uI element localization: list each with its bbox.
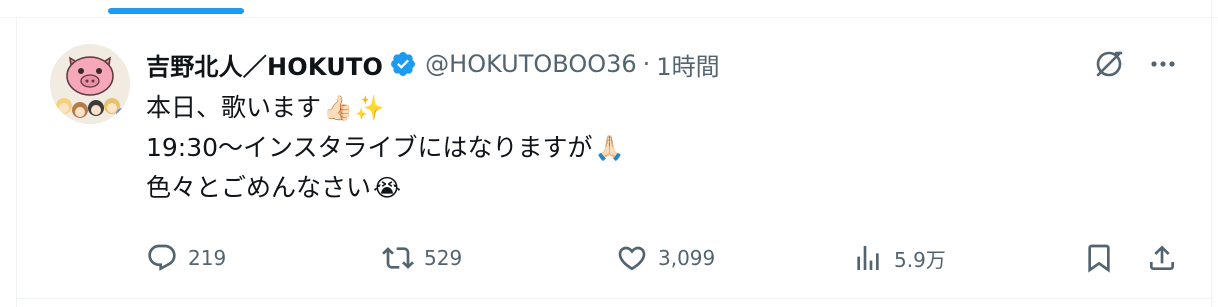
tweet-line-text: 19:30〜インスタライブにはなりますが [146,133,593,162]
tweet-line: 19:30〜インスタライブにはなりますが 🙏🏻 [146,128,624,168]
share-icon [1150,245,1174,270]
tweet-line: 色々とごめんなさい 😭 [146,168,624,208]
repost-icon [382,247,414,269]
tweet-line: 本日、歌います 👍🏻 ✨ [146,88,624,128]
like-count: 3,099 [658,246,716,270]
tweet-page: 吉野北人／HOKUTO @HOKUTOBOO36 · 1時間 本日、歌います 👍… [0,0,1218,307]
crying-face-emoji-icon: 😭 [373,174,402,202]
pig-avatar-illustration [50,44,130,124]
tweet-text: 本日、歌います 👍🏻 ✨ 19:30〜インスタライブにはなりますが 🙏🏻 色々と… [146,88,624,208]
views-chart-icon [857,246,879,270]
bottom-divider [16,298,1212,299]
folded-hands-emoji-icon: 🙏🏻 [594,134,625,162]
action-bar: 219 529 3,099 5.9万 [146,238,1196,278]
reply-icon [148,244,176,271]
thumbs-up-emoji-icon: 👍🏻 [323,94,353,122]
bookmark-button[interactable] [1083,238,1115,278]
share-button[interactable] [1146,238,1178,278]
grok-icon[interactable] [1089,44,1129,84]
view-count: 5.9万 [894,247,946,272]
column-border-left [16,17,17,307]
separator-dot: · [642,50,651,78]
reply-button[interactable]: 219 [146,238,226,278]
repost-button[interactable]: 529 [382,238,462,278]
verified-badge-icon[interactable] [389,50,417,78]
heart-icon [618,246,646,271]
tweet-line-text: 本日、歌います [146,93,322,122]
sparkles-emoji-icon: ✨ [354,94,385,122]
timestamp[interactable]: 1時間 [656,47,719,82]
repost-count: 529 [424,246,463,270]
bookmark-icon [1088,244,1110,273]
active-tab-indicator [108,8,244,14]
column-border-right [1211,0,1212,307]
more-options-icon[interactable] [1143,44,1183,84]
tab-strip [0,0,1218,18]
tweet-line-text: 色々とごめんなさい [146,173,372,202]
reply-count: 219 [188,246,227,270]
user-handle[interactable]: @HOKUTOBOO36 [425,50,637,78]
tweet-header: 吉野北人／HOKUTO @HOKUTOBOO36 · 1時間 [146,44,720,84]
like-button[interactable]: 3,099 [616,238,715,278]
display-name[interactable]: 吉野北人／HOKUTO [146,47,383,82]
views-button[interactable]: 5.9万 [852,238,946,278]
avatar[interactable] [50,44,130,124]
